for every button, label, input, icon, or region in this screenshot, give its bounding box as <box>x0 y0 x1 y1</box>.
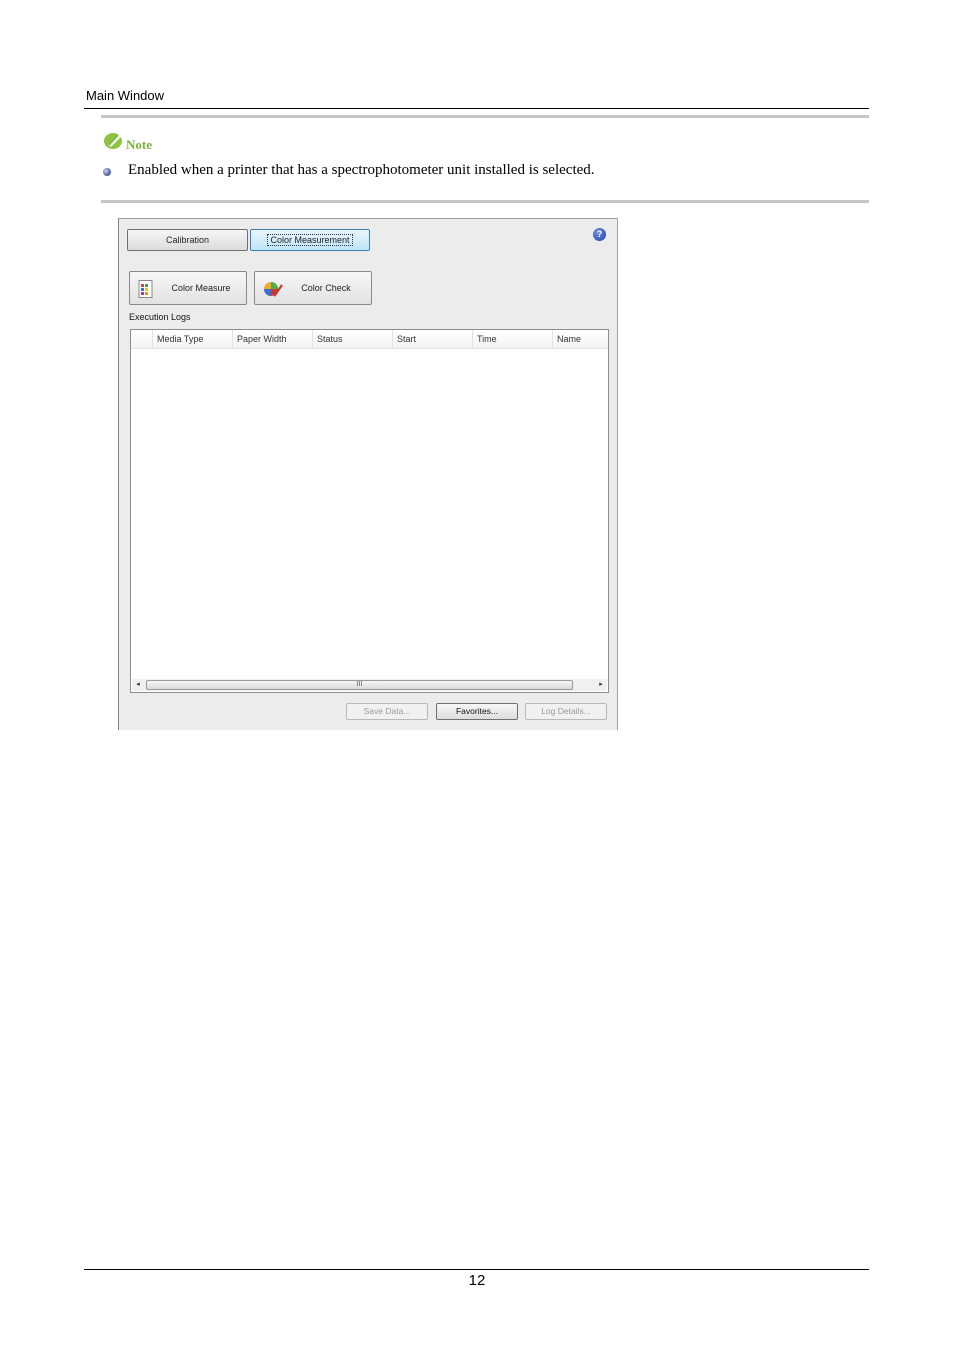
color-measure-button[interactable]: Color Measure <box>129 271 247 305</box>
help-icon[interactable]: ? <box>593 228 606 241</box>
log-details-button[interactable]: Log Details... <box>525 703 607 720</box>
scroll-left-arrow-icon[interactable]: ◂ <box>132 679 144 691</box>
save-data-button[interactable]: Save Data... <box>346 703 428 720</box>
note-bottom-divider <box>101 200 869 203</box>
header-rule <box>84 108 869 109</box>
column-header-paper-width[interactable]: Paper Width <box>232 330 312 348</box>
footer-rule <box>84 1269 869 1270</box>
page-number: 12 <box>468 1272 486 1289</box>
color-measurement-tab-button[interactable]: Color Measurement <box>250 229 370 251</box>
calibration-tab-button[interactable]: Calibration <box>127 229 248 251</box>
running-header: Main Window <box>86 88 165 103</box>
calibration-tab-label: Calibration <box>165 235 210 245</box>
horizontal-scrollbar[interactable]: ◂ III ▸ <box>132 679 607 691</box>
note-item: Enabled when a printer that has a spectr… <box>128 162 595 178</box>
column-header-start[interactable]: Start <box>392 330 472 348</box>
app-screenshot-panel: Calibration Color Measurement ? Color Me… <box>118 218 618 730</box>
column-header-status[interactable]: Status <box>312 330 392 348</box>
color-check-label: Color Check <box>301 283 351 293</box>
column-header-blank[interactable] <box>131 330 153 348</box>
bullet-icon <box>103 168 111 176</box>
color-check-icon <box>264 282 283 297</box>
column-header-media-type[interactable]: Media Type <box>152 330 232 348</box>
note-top-divider <box>101 115 869 118</box>
table-header: Media Type Paper Width Status Start Time… <box>131 330 608 349</box>
color-measurement-tab-label: Color Measurement <box>267 234 353 246</box>
execution-logs-table[interactable]: Media Type Paper Width Status Start Time… <box>130 329 609 693</box>
note-title: Note <box>126 137 152 152</box>
color-measure-label: Color Measure <box>171 283 231 293</box>
scroll-right-arrow-icon[interactable]: ▸ <box>595 679 607 691</box>
color-check-button[interactable]: Color Check <box>254 271 372 305</box>
color-measure-icon <box>138 280 153 298</box>
note-pencil-icon <box>104 133 122 149</box>
favorites-button[interactable]: Favorites... <box>436 703 518 720</box>
column-header-time[interactable]: Time <box>472 330 552 348</box>
execution-logs-label: Execution Logs <box>129 312 191 322</box>
column-header-name[interactable]: Name <box>552 330 608 348</box>
scrollbar-thumb[interactable]: III <box>146 680 573 690</box>
